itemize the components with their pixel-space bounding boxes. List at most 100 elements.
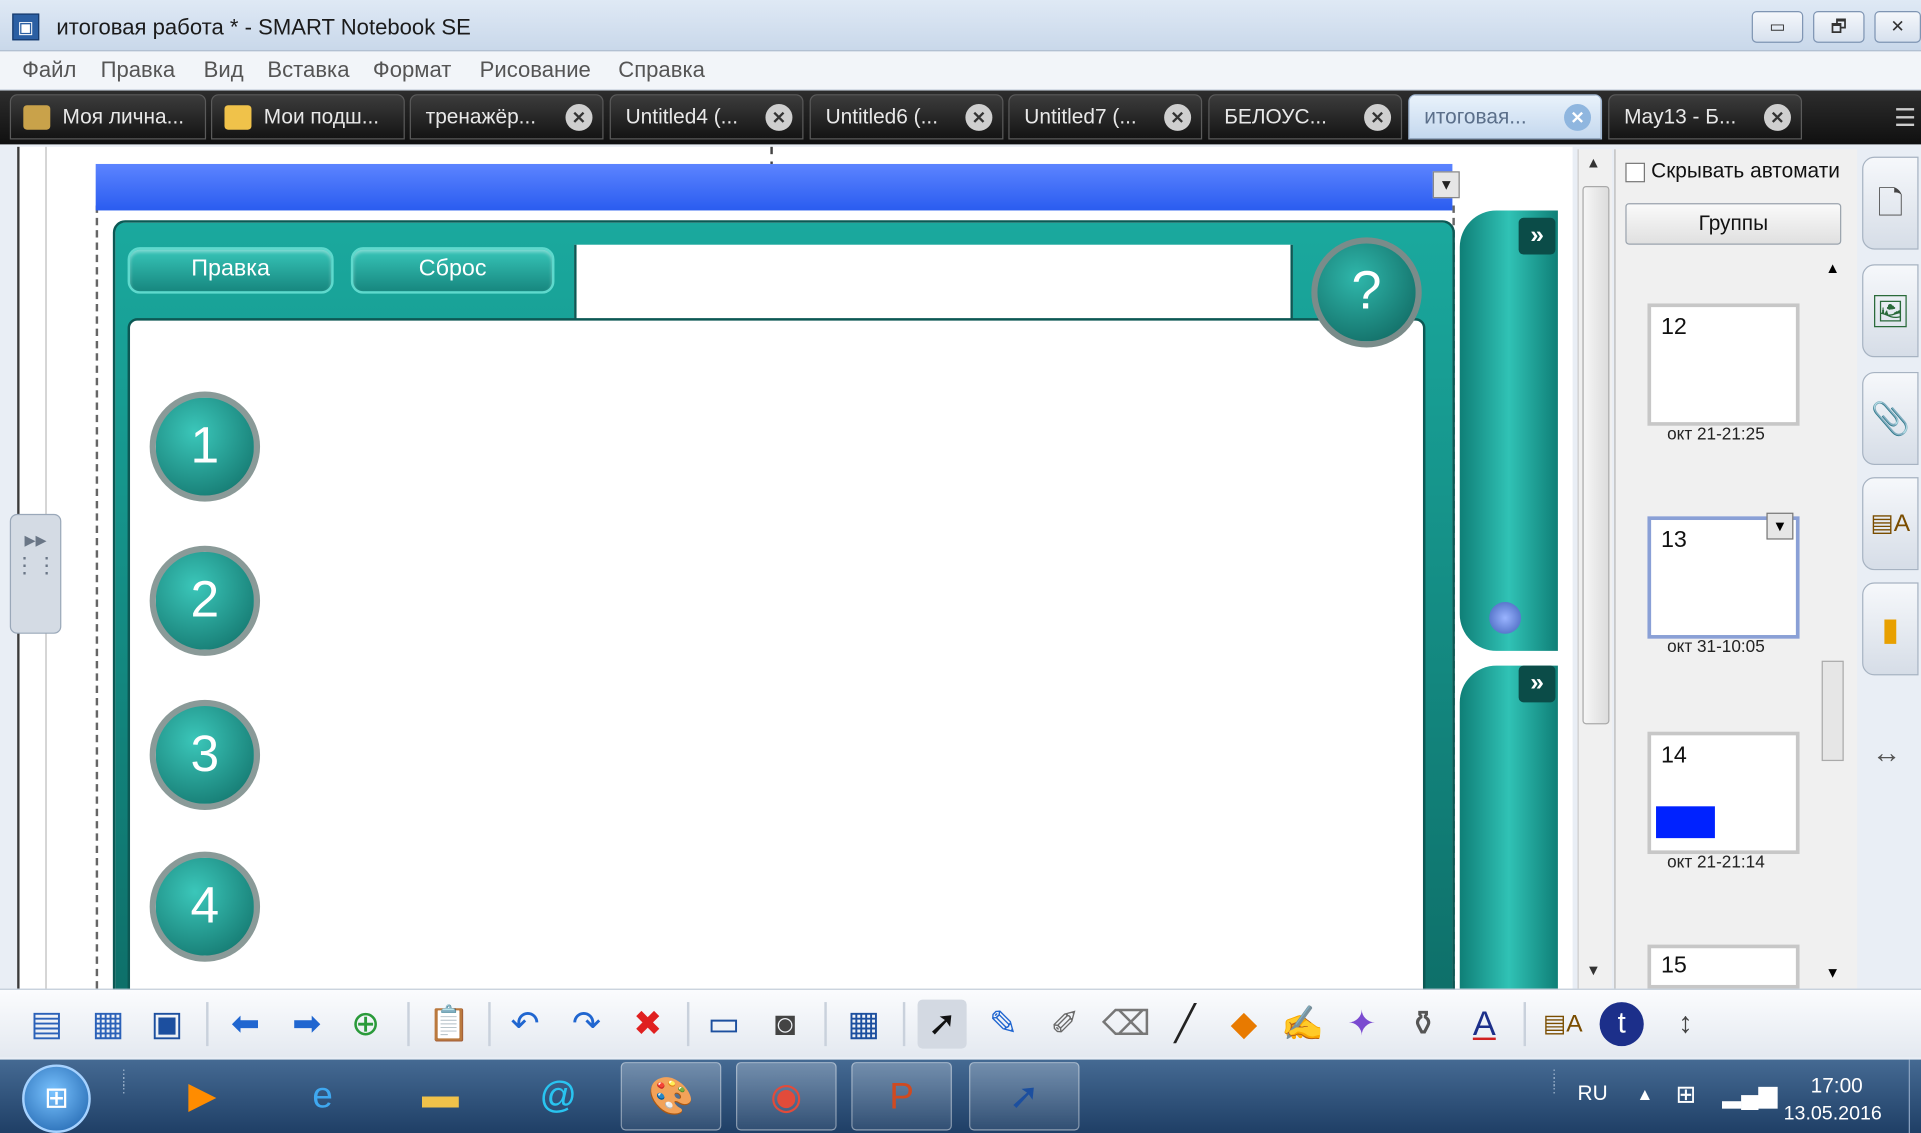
menu-draw[interactable]: Рисование: [480, 58, 591, 84]
page-thumbnail[interactable]: 15: [1647, 944, 1800, 989]
attachments-tab-icon[interactable]: 📎: [1862, 371, 1919, 465]
edit-button[interactable]: Правка: [127, 247, 334, 294]
expand-arrow-icon[interactable]: »: [1518, 665, 1556, 703]
eraser-icon[interactable]: ⌫: [1102, 1000, 1151, 1049]
reset-button[interactable]: Сброс: [350, 247, 555, 294]
creative-pen-icon[interactable]: ✐: [1040, 1000, 1089, 1049]
properties-tab-icon[interactable]: ▤A: [1862, 477, 1919, 571]
add-page-icon[interactable]: ⊕: [341, 1000, 390, 1049]
paste-icon[interactable]: 📋: [424, 1000, 473, 1049]
network-icon[interactable]: ▂▄▆: [1722, 1079, 1777, 1110]
close-tab-icon[interactable]: ✕: [1164, 104, 1192, 131]
number-button-3[interactable]: 3: [149, 699, 261, 810]
mail-agent-icon[interactable]: @: [508, 1062, 609, 1131]
page-menu-icon[interactable]: ▼: [1766, 512, 1794, 540]
text-icon[interactable]: A: [1460, 1000, 1509, 1049]
close-tab-icon[interactable]: ✕: [565, 104, 593, 131]
internet-explorer-icon[interactable]: e: [272, 1062, 373, 1131]
close-button[interactable]: ✕: [1874, 11, 1921, 43]
menu-edit[interactable]: Правка: [101, 58, 176, 84]
menu-format[interactable]: Формат: [373, 58, 451, 84]
clock-date[interactable]: 13.05.2016: [1784, 1104, 1882, 1126]
canvas-scrollbar[interactable]: ▲ ▼: [1577, 149, 1612, 989]
checkbox-icon[interactable]: [1625, 162, 1645, 182]
expand-arrow-icon[interactable]: »: [1518, 217, 1556, 255]
tab-menu-icon[interactable]: ☰: [1894, 103, 1916, 134]
activity-white-area[interactable]: [127, 318, 1426, 1004]
close-tab-icon[interactable]: ✕: [1364, 104, 1392, 131]
language-indicator[interactable]: RU: [1578, 1082, 1608, 1106]
action-center-icon[interactable]: ⊞: [1676, 1079, 1697, 1110]
panel-expand-handle[interactable]: ▸▸ ⋮⋮: [9, 513, 62, 634]
number-button-4[interactable]: 4: [149, 851, 261, 962]
page-thumbnail[interactable]: 14: [1647, 731, 1800, 855]
tab-may13[interactable]: May13 - Б... ✕: [1608, 94, 1803, 140]
scroll-down-icon[interactable]: ▼: [1825, 964, 1840, 981]
close-tab-icon[interactable]: ✕: [765, 104, 793, 131]
tab-final-work[interactable]: итоговая... ✕: [1408, 94, 1603, 140]
move-toolbar-icon[interactable]: ↕: [1661, 1000, 1710, 1049]
open-file-icon[interactable]: ▦: [83, 1000, 132, 1049]
view-screens-icon[interactable]: ▤: [22, 1000, 71, 1049]
shape-pen-icon[interactable]: ✍: [1278, 1000, 1327, 1049]
sorter-scrollbar[interactable]: ▲ ▼: [1819, 257, 1846, 989]
smart-notebook-task-icon[interactable]: ➚: [969, 1062, 1080, 1131]
clock-time[interactable]: 17:00: [1811, 1074, 1863, 1098]
redo-icon[interactable]: ↷: [562, 1000, 611, 1049]
tab-trainer[interactable]: тренажёр... ✕: [409, 94, 604, 140]
magic-pen-icon[interactable]: ✦: [1337, 1000, 1386, 1049]
tab-untitled4[interactable]: Untitled4 (... ✕: [609, 94, 804, 140]
shapes-icon[interactable]: ◆: [1219, 1000, 1268, 1049]
screen-capture-icon[interactable]: ◙: [761, 1000, 810, 1049]
tab-belous[interactable]: БЕЛОУС... ✕: [1208, 94, 1403, 140]
previous-page-icon[interactable]: ⬅: [221, 1000, 270, 1049]
smart-response-icon[interactable]: t: [1599, 1002, 1644, 1047]
table-icon[interactable]: ▦: [839, 1000, 888, 1049]
scroll-thumb[interactable]: [1582, 185, 1610, 725]
powerpoint-icon[interactable]: P: [851, 1062, 952, 1131]
menu-file[interactable]: Файл: [22, 58, 76, 84]
page-canvas[interactable]: ▸▸ ⋮⋮ ▼ Правка Сброс ? 1 2 3 4 » »: [9, 146, 1573, 1014]
show-hidden-icons-icon[interactable]: ▲: [1636, 1084, 1653, 1104]
blue-header-strip[interactable]: [95, 163, 1453, 211]
page-thumbnail-selected[interactable]: 13 ▼: [1647, 512, 1800, 639]
resize-icon[interactable]: ↔: [1872, 737, 1901, 771]
scroll-down-icon[interactable]: ▼: [1586, 962, 1601, 979]
close-tab-icon[interactable]: ✕: [965, 104, 993, 131]
groups-button[interactable]: Группы: [1625, 203, 1842, 245]
minimize-button[interactable]: ▭: [1751, 11, 1804, 43]
scroll-up-icon[interactable]: ▲: [1586, 154, 1601, 171]
tab-untitled7[interactable]: Untitled7 (... ✕: [1008, 94, 1203, 140]
start-button[interactable]: ⊞: [22, 1064, 91, 1133]
delete-icon[interactable]: ✖: [623, 1000, 672, 1049]
restore-button[interactable]: 🗗: [1813, 11, 1865, 43]
save-icon[interactable]: ▣: [142, 1000, 191, 1049]
tab-my-content[interactable]: Моя лична...: [9, 94, 207, 140]
number-button-1[interactable]: 1: [149, 391, 261, 502]
show-desktop-button[interactable]: [1908, 1059, 1921, 1133]
scroll-thumb[interactable]: [1821, 660, 1844, 762]
help-button[interactable]: ?: [1311, 237, 1422, 348]
menu-view[interactable]: Вид: [204, 58, 244, 84]
media-player-icon[interactable]: ▶: [152, 1062, 253, 1131]
menu-insert[interactable]: Вставка: [267, 58, 349, 84]
scroll-up-icon[interactable]: ▲: [1825, 259, 1840, 276]
addons-tab-icon[interactable]: ▮: [1862, 582, 1919, 676]
number-button-2[interactable]: 2: [149, 545, 261, 656]
explorer-icon[interactable]: ▬: [390, 1062, 491, 1131]
undo-icon[interactable]: ↶: [500, 1000, 549, 1049]
paint-icon[interactable]: 🎨: [620, 1062, 722, 1131]
properties-icon[interactable]: ▤A: [1538, 1000, 1587, 1049]
fill-icon[interactable]: ⚱: [1398, 1000, 1447, 1049]
page-sorter-tab-icon[interactable]: 🗋: [1862, 156, 1919, 250]
knob-icon[interactable]: [1489, 601, 1522, 634]
tab-my-subscriptions[interactable]: Мои подш...: [210, 94, 405, 140]
autohide-checkbox[interactable]: Скрывать автомати: [1625, 159, 1840, 183]
screen-shade-icon[interactable]: ▭: [699, 1000, 748, 1049]
object-menu-icon[interactable]: ▼: [1432, 171, 1460, 199]
close-tab-icon[interactable]: ✕: [1763, 104, 1791, 131]
pen-icon[interactable]: ✎: [979, 1000, 1028, 1049]
select-tool-icon[interactable]: ➚: [917, 999, 967, 1049]
menu-help[interactable]: Справка: [618, 58, 705, 84]
chrome-icon[interactable]: ◉: [736, 1062, 837, 1131]
